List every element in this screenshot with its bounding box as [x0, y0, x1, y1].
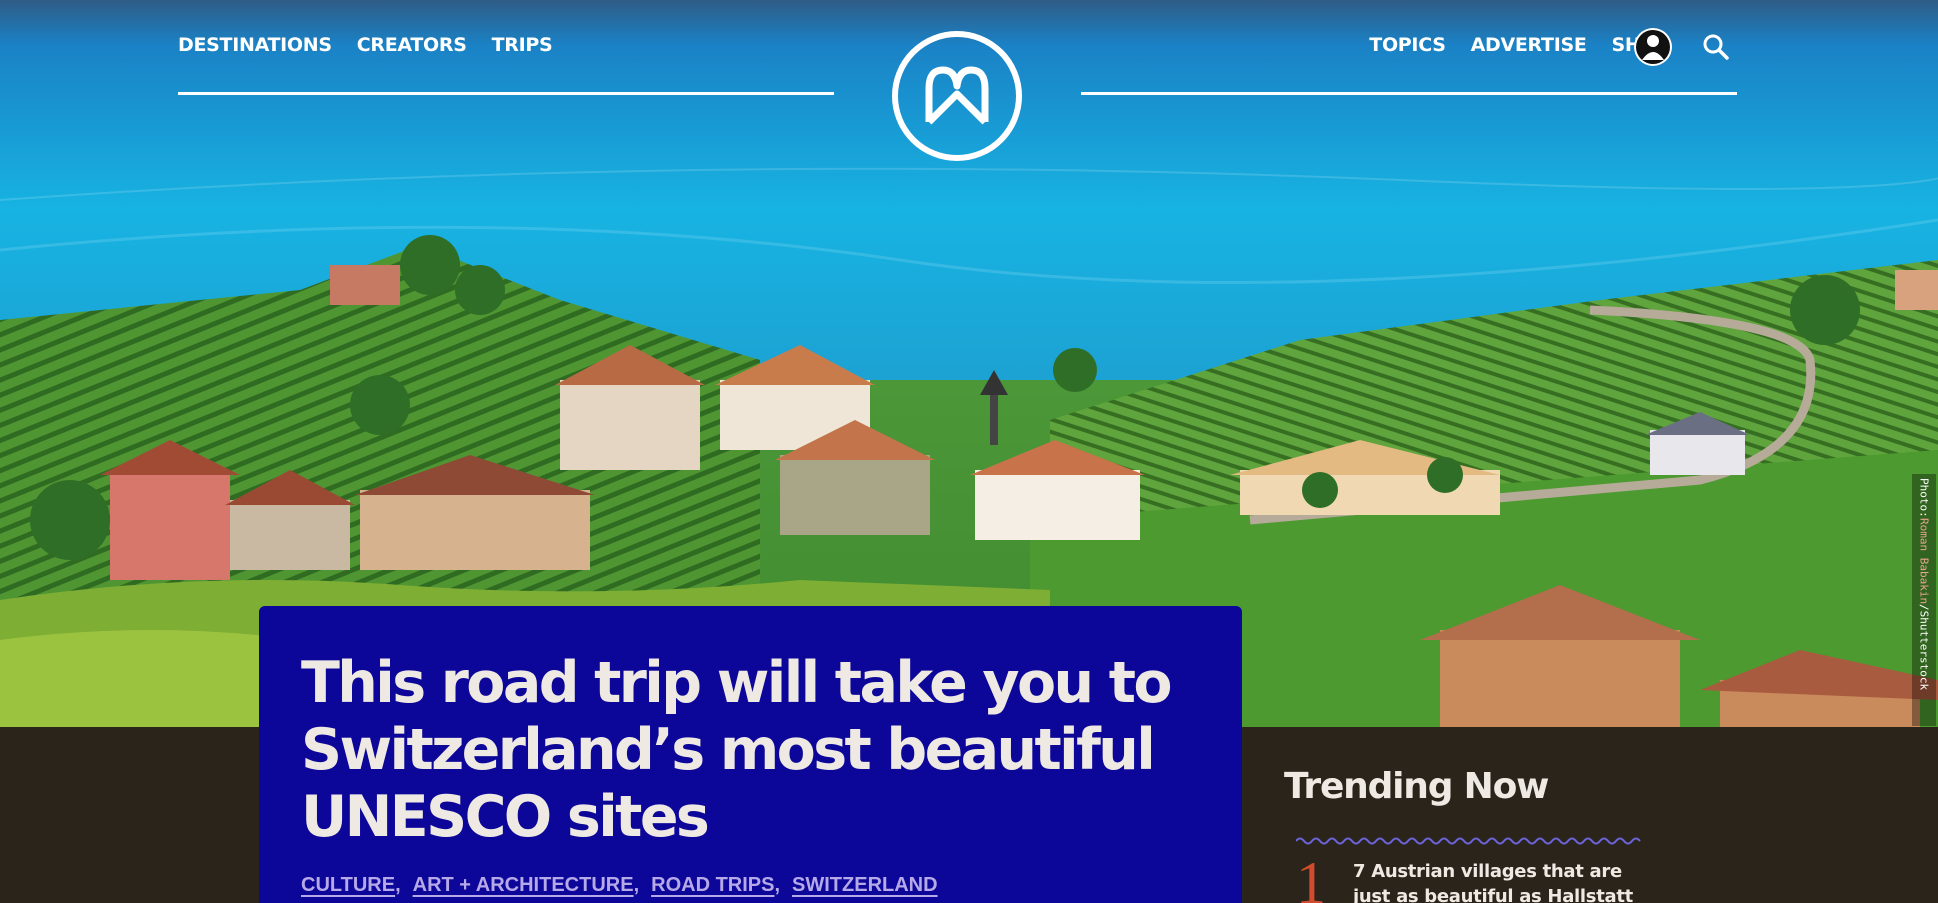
- wavy-divider: [1296, 837, 1641, 845]
- tag-art-architecture[interactable]: ART + ARCHITECTURE: [413, 874, 634, 897]
- trending-rank: 1: [1296, 850, 1326, 903]
- article-header-card: This road trip will take you to Switzerl…: [259, 606, 1242, 903]
- tag-road-trips[interactable]: ROAD TRIPS: [651, 874, 774, 897]
- nav-creators[interactable]: CREATORS: [357, 34, 467, 56]
- photo-credit-suffix: /Shutterstock: [1917, 603, 1931, 690]
- logo-icon[interactable]: [891, 30, 1023, 162]
- primary-nav-left: DESTINATIONS CREATORS TRIPS: [178, 34, 553, 56]
- search-icon[interactable]: [1702, 33, 1730, 61]
- tag-switzerland[interactable]: SWITZERLAND: [792, 874, 938, 897]
- nav-topics[interactable]: TOPICS: [1369, 34, 1446, 56]
- photo-credit: Photo: Roman Babakin /Shutterstock: [1912, 474, 1936, 726]
- nav-destinations[interactable]: DESTINATIONS: [178, 34, 332, 56]
- nav-divider-right: [1081, 92, 1737, 95]
- trending-item-link[interactable]: 7 Austrian villages that are just as bea…: [1353, 859, 1663, 903]
- article-tags: CULTURE, ART + ARCHITECTURE, ROAD TRIPS,…: [301, 874, 938, 897]
- tag-separator: ,: [633, 874, 640, 896]
- tag-separator: ,: [774, 874, 781, 896]
- article-headline: This road trip will take you to Switzerl…: [301, 650, 1173, 850]
- tag-culture[interactable]: CULTURE: [301, 874, 395, 897]
- nav-advertise[interactable]: ADVERTISE: [1471, 34, 1587, 56]
- photo-credit-prefix: Photo:: [1917, 478, 1931, 518]
- nav-divider-left: [178, 92, 834, 95]
- photo-credit-author[interactable]: Roman Babakin: [1918, 518, 1931, 604]
- avatar-icon[interactable]: [1634, 28, 1672, 66]
- tag-separator: ,: [395, 874, 401, 896]
- trending-title: Trending Now: [1284, 766, 1549, 807]
- primary-nav-right: TOPICS ADVERTISE SHOP: [1369, 34, 1670, 56]
- nav-trips[interactable]: TRIPS: [492, 34, 553, 56]
